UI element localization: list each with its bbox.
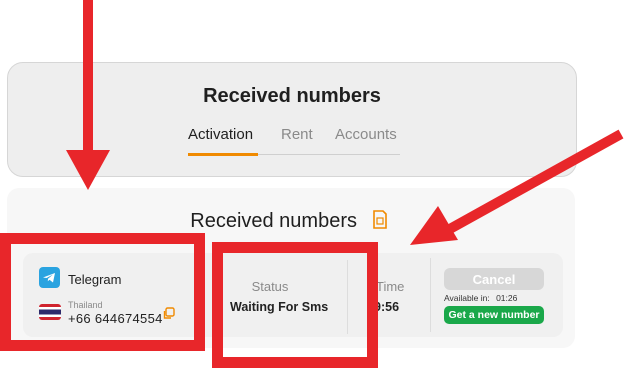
arrow-down-icon [66, 0, 110, 190]
arrow-diagonal-icon [410, 129, 624, 245]
annotation-arrows [66, 0, 624, 245]
